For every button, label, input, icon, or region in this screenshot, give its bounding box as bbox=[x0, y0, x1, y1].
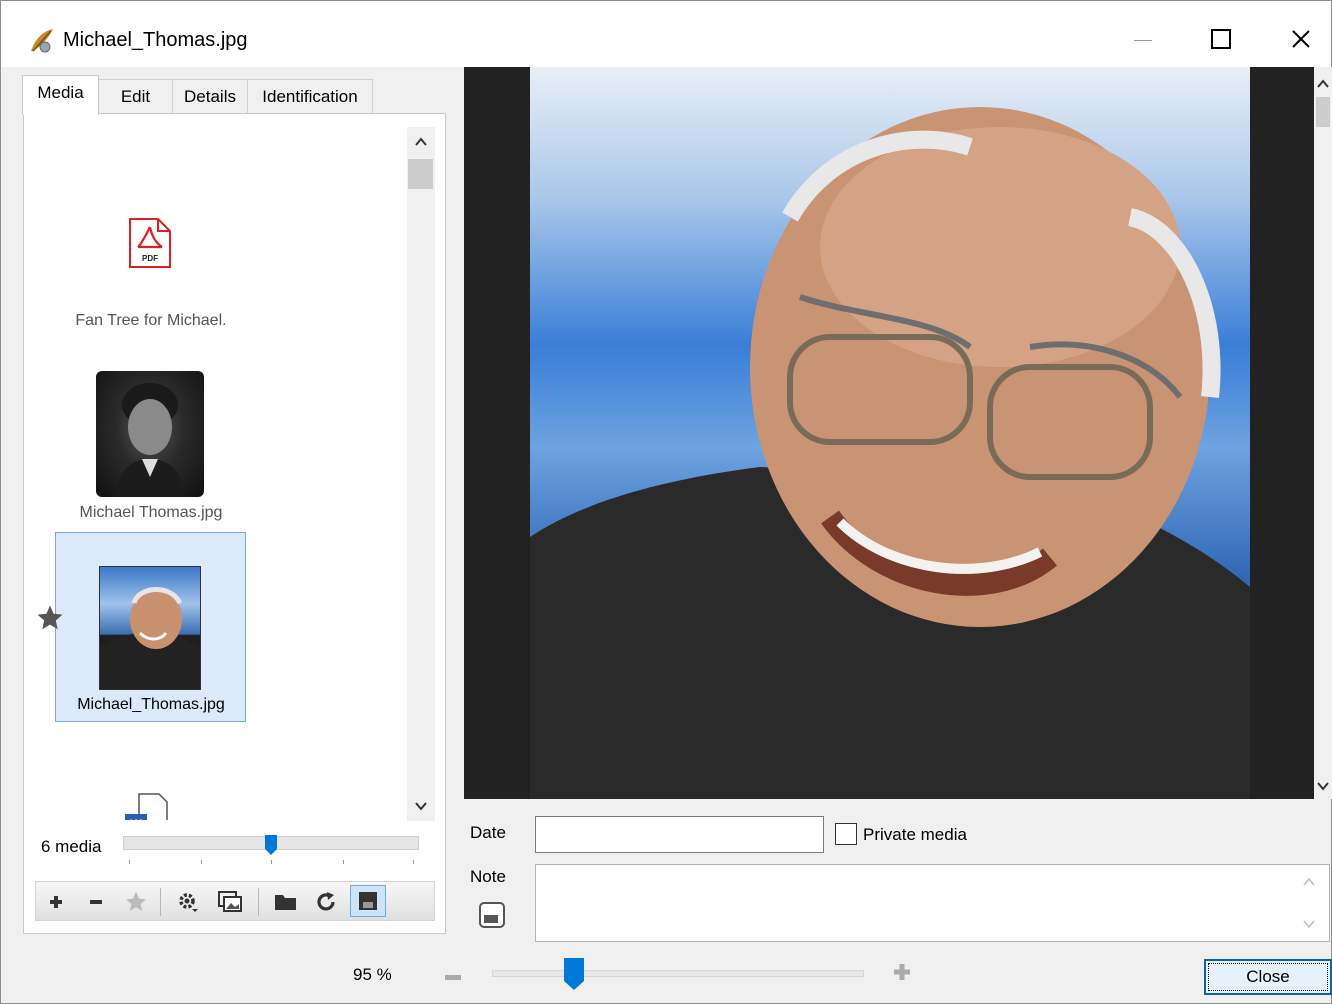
list-item[interactable]: Michael Thomas.jpg bbox=[31, 367, 281, 527]
zoom-slider[interactable] bbox=[492, 958, 864, 995]
note-scroll-down-icon[interactable] bbox=[1303, 919, 1315, 929]
date-label: Date bbox=[470, 823, 506, 842]
slider-tick bbox=[201, 860, 202, 864]
scroll-up-icon[interactable] bbox=[415, 137, 427, 147]
tab-identification-label: Identification bbox=[262, 87, 358, 106]
media-count: 6 media bbox=[41, 837, 102, 856]
remove-icon[interactable] bbox=[84, 890, 108, 914]
images-icon[interactable] bbox=[218, 890, 242, 914]
media-label: Michael_Thomas.jpg bbox=[77, 696, 225, 713]
zoom-slider-track bbox=[492, 970, 864, 977]
maximize-button[interactable] bbox=[1191, 17, 1251, 61]
media-window: Michael_Thomas.jpg Media Edit Details Id… bbox=[0, 0, 1332, 1004]
pdf-file-icon: PDF bbox=[128, 217, 172, 274]
minimize-button[interactable] bbox=[1113, 17, 1173, 61]
maximize-icon bbox=[1211, 29, 1231, 49]
minimize-icon bbox=[1134, 39, 1152, 41]
scroll-thumb[interactable] bbox=[1316, 97, 1330, 127]
slider-tick bbox=[413, 860, 414, 864]
note-edit-icon[interactable] bbox=[478, 901, 506, 934]
image-viewer[interactable] bbox=[464, 67, 1314, 799]
word-file-icon: W bbox=[123, 792, 169, 820]
close-window-button[interactable] bbox=[1271, 17, 1331, 61]
media-label: Michael Thomas.jpg bbox=[79, 504, 223, 521]
media-toolbar bbox=[35, 881, 435, 921]
tab-edit-label: Edit bbox=[120, 87, 151, 106]
tab-details[interactable]: Details bbox=[172, 79, 248, 113]
list-item[interactable]: W bbox=[31, 787, 281, 820]
tab-media[interactable]: Media bbox=[22, 75, 99, 115]
scroll-thumb[interactable] bbox=[408, 159, 433, 189]
svg-text:PDF: PDF bbox=[142, 254, 158, 263]
tab-edit[interactable]: Edit bbox=[98, 79, 173, 113]
photo-thumbnail bbox=[96, 371, 204, 497]
slider-tick bbox=[271, 860, 272, 864]
zoom-out-icon[interactable] bbox=[444, 969, 462, 987]
svg-text:W: W bbox=[130, 817, 142, 820]
tab-identification[interactable]: Identification bbox=[247, 79, 373, 113]
zoom-in-icon[interactable] bbox=[893, 963, 911, 986]
folder-icon[interactable] bbox=[274, 890, 298, 914]
date-input[interactable] bbox=[535, 816, 824, 853]
star-icon[interactable] bbox=[124, 890, 148, 914]
viewer-scrollbar[interactable] bbox=[1314, 67, 1332, 799]
photo-thumbnail bbox=[99, 566, 201, 690]
toolbar-separator bbox=[160, 888, 161, 916]
scroll-down-icon[interactable] bbox=[1317, 781, 1329, 791]
title-bar[interactable]: Michael_Thomas.jpg bbox=[1, 1, 1331, 67]
quill-icon bbox=[27, 27, 55, 55]
close-button[interactable]: Close bbox=[1204, 959, 1332, 995]
note-label: Note bbox=[470, 867, 506, 886]
save-button[interactable] bbox=[350, 885, 386, 917]
scroll-down-icon[interactable] bbox=[415, 801, 427, 811]
zoom-label: 95 % bbox=[353, 965, 392, 984]
gear-icon[interactable] bbox=[176, 890, 200, 914]
refresh-icon[interactable] bbox=[314, 890, 338, 914]
window-title: Michael_Thomas.jpg bbox=[63, 29, 248, 51]
save-icon bbox=[359, 892, 377, 910]
toolbar-separator bbox=[258, 888, 259, 916]
close-icon bbox=[1292, 30, 1310, 48]
note-textarea[interactable] bbox=[535, 864, 1330, 942]
slider-tick bbox=[343, 860, 344, 864]
thumbnail-size-slider[interactable] bbox=[123, 834, 419, 866]
media-list-scrollbar[interactable] bbox=[407, 127, 435, 821]
list-item-selected[interactable]: Michael_Thomas.jpg bbox=[55, 532, 246, 722]
zoom-slider-thumb[interactable] bbox=[563, 957, 585, 991]
list-item[interactable]: PDF Fan Tree for Michael. bbox=[31, 207, 281, 332]
private-media-checkbox[interactable] bbox=[835, 823, 857, 845]
note-scroll-up-icon[interactable] bbox=[1303, 877, 1315, 887]
private-media-label[interactable]: Private media bbox=[863, 825, 967, 845]
main-photo bbox=[530, 67, 1250, 799]
slider-thumb[interactable] bbox=[264, 834, 278, 856]
slider-tick bbox=[129, 860, 130, 864]
media-list[interactable]: PDF Fan Tree for Michael. Michael Thomas… bbox=[31, 127, 407, 820]
add-icon[interactable] bbox=[44, 890, 68, 914]
scroll-up-icon[interactable] bbox=[1317, 79, 1329, 89]
media-label: Fan Tree for Michael. bbox=[75, 312, 227, 329]
tab-details-label: Details bbox=[184, 87, 236, 106]
tab-media-label: Media bbox=[37, 83, 84, 102]
primary-star-icon bbox=[35, 603, 65, 638]
